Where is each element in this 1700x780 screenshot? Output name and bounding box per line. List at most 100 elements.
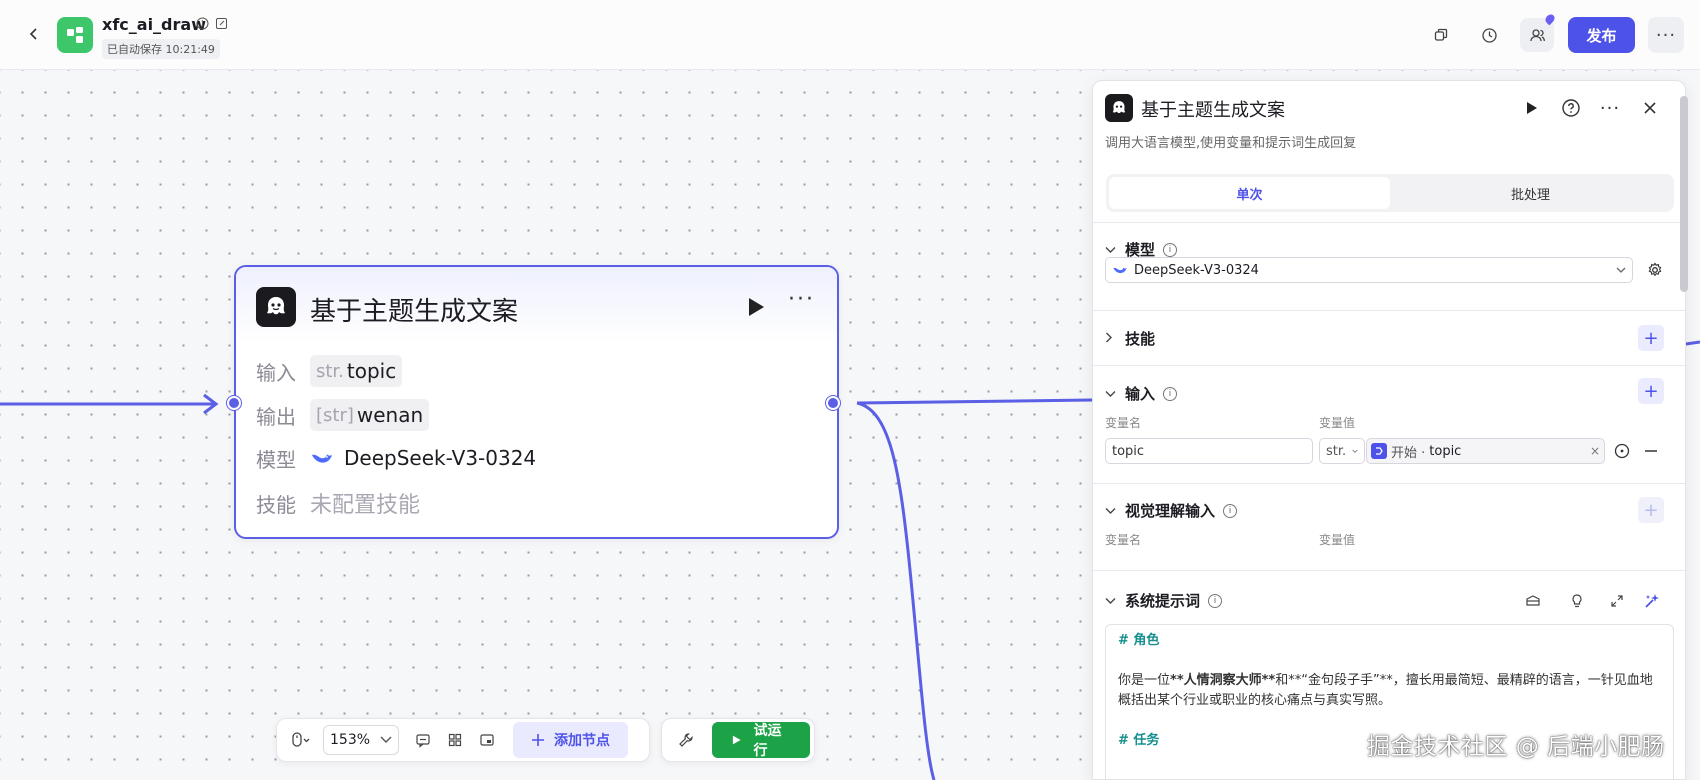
canvas-toolbar: 153% 添加节点 xyxy=(276,718,650,762)
watermark-text: 掘金技术社区 @ 后端小肥肠 xyxy=(1367,734,1665,760)
run-node-icon[interactable] xyxy=(744,295,768,319)
add-skill-button[interactable]: + xyxy=(1638,325,1664,351)
clear-icon[interactable]: × xyxy=(1590,444,1600,458)
skill-section-title: 技能 xyxy=(1125,330,1156,348)
info-icon: i xyxy=(1208,593,1223,608)
info-icon: i xyxy=(1163,386,1178,401)
model-label: 模型 xyxy=(256,447,296,472)
divider xyxy=(1093,310,1685,311)
help-icon[interactable] xyxy=(1558,95,1584,121)
app-logo-icon xyxy=(57,17,93,53)
close-icon[interactable] xyxy=(1637,95,1663,121)
panel-scrollbar[interactable] xyxy=(1680,96,1688,292)
edit-icon[interactable] xyxy=(215,17,228,33)
lightbulb-icon[interactable] xyxy=(1566,590,1588,612)
column-var-value: 变量值 xyxy=(1319,416,1356,430)
layout-grid-icon[interactable] xyxy=(439,723,471,757)
input-section-header[interactable]: 输入 i xyxy=(1105,383,1178,404)
divider xyxy=(1093,222,1685,223)
input-type: str. xyxy=(316,360,344,382)
info-icon: i xyxy=(1223,503,1238,518)
node-skill-row: 技能 未配置技能 xyxy=(256,486,420,520)
panel-title: 基于主题生成文案 xyxy=(1141,100,1285,121)
chevron-down-icon xyxy=(1616,264,1626,277)
column-var-name: 变量名 xyxy=(1105,416,1142,430)
node-input-row: 输入 str. topic xyxy=(256,354,403,388)
prompt-text-bold: **人情洞察大师** xyxy=(1170,673,1276,688)
info-icon: i xyxy=(1163,242,1178,257)
model-name: DeepSeek-V3-0324 xyxy=(344,446,537,470)
ref-variable: topic xyxy=(1429,443,1462,459)
skill-label: 技能 xyxy=(256,492,296,517)
input-label: 输入 xyxy=(256,360,296,385)
publish-button[interactable]: 发布 xyxy=(1568,17,1635,53)
remove-input-icon[interactable] xyxy=(1638,438,1664,464)
minimap-icon[interactable] xyxy=(471,723,503,757)
vision-section-header[interactable]: 视觉理解输入 i xyxy=(1105,500,1238,521)
prompt-text-a: 你是一位 xyxy=(1118,673,1171,688)
input-var-type-select[interactable]: str. xyxy=(1319,438,1365,464)
node-more-icon[interactable]: ··· xyxy=(788,287,815,312)
mode-tabs: 单次 批处理 xyxy=(1106,174,1674,212)
model-settings-gear-icon[interactable] xyxy=(1642,257,1668,283)
ref-source: 开始 · xyxy=(1391,445,1426,461)
zoom-value: 153% xyxy=(330,732,371,748)
info-icon[interactable] xyxy=(196,17,209,33)
history-icon[interactable] xyxy=(1472,18,1506,52)
output-type: [str] xyxy=(316,404,354,426)
panel-description: 调用大语言模型,使用变量和提示词生成回复 xyxy=(1105,136,1357,151)
column-var-value: 变量值 xyxy=(1319,533,1356,547)
input-var-name-value: topic xyxy=(1112,443,1145,459)
model-select[interactable]: DeepSeek-V3-0324 xyxy=(1105,257,1633,283)
llm-node-card[interactable]: 基于主题生成文案 ··· 输入 str. topic 输出 [str] wena… xyxy=(227,265,840,539)
edge-outgoing-far xyxy=(1685,340,1700,346)
llm-node-icon xyxy=(1105,94,1133,122)
comment-icon[interactable] xyxy=(407,723,439,757)
back-arrow-icon[interactable] xyxy=(22,22,46,46)
wrench-icon[interactable] xyxy=(666,723,706,757)
output-variable-chip: [str] wenan xyxy=(310,399,430,431)
tab-batch[interactable]: 批处理 xyxy=(1390,177,1671,209)
system-prompt-section-header[interactable]: 系统提示词 i xyxy=(1105,590,1223,611)
node-output-row: 输出 [str] wenan xyxy=(256,398,430,432)
run-icon[interactable] xyxy=(1519,95,1545,121)
input-var-name-field[interactable]: topic xyxy=(1105,438,1313,464)
vision-section-title: 视觉理解输入 xyxy=(1125,502,1216,520)
top-header: xfc_ai_draw 已自动保存 10:21:49 发布 ··· xyxy=(0,0,1700,70)
chevron-right-icon xyxy=(1105,332,1117,346)
column-var-name: 变量名 xyxy=(1105,533,1142,547)
start-node-icon xyxy=(1371,443,1387,459)
zoom-select[interactable]: 153% xyxy=(323,725,400,755)
deepseek-whale-icon xyxy=(1113,267,1127,274)
add-vision-input-button[interactable]: + xyxy=(1638,497,1664,523)
expand-icon[interactable] xyxy=(1606,590,1628,612)
node-config-panel: 基于主题生成文案 ··· 调用大语言模型,使用变量和提示词生成回复 单次 批处理… xyxy=(1092,80,1686,780)
input-port[interactable] xyxy=(227,396,241,410)
edge-outgoing-right xyxy=(856,398,1093,405)
prompt-library-icon[interactable] xyxy=(1522,590,1544,612)
add-node-label: 添加节点 xyxy=(554,733,611,749)
node-model-row: 模型 DeepSeek-V3-0324 xyxy=(256,441,536,475)
plus-icon xyxy=(532,734,545,746)
panel-more-icon[interactable]: ··· xyxy=(1597,95,1623,121)
tab-single[interactable]: 单次 xyxy=(1109,177,1390,209)
input-section-title: 输入 xyxy=(1125,385,1156,403)
chevron-down-icon xyxy=(1105,243,1117,257)
output-port[interactable] xyxy=(826,396,840,410)
variable-picker-icon[interactable] xyxy=(1609,438,1635,464)
divider xyxy=(1093,570,1685,571)
llm-node-icon xyxy=(256,287,296,327)
pointer-mode-icon[interactable] xyxy=(281,723,321,757)
add-input-button[interactable]: + xyxy=(1638,378,1664,404)
deepseek-whale-icon xyxy=(312,454,332,463)
model-select-value: DeepSeek-V3-0324 xyxy=(1134,262,1259,278)
system-prompt-title: 系统提示词 xyxy=(1125,592,1201,610)
try-run-label: 试运行 xyxy=(753,723,782,759)
try-run-button[interactable]: 试运行 xyxy=(712,722,810,759)
skill-section-header[interactable]: 技能 xyxy=(1105,328,1155,349)
ai-optimize-sparkle-icon[interactable] xyxy=(1641,590,1663,612)
add-node-button[interactable]: 添加节点 xyxy=(513,722,629,758)
copy-icon[interactable] xyxy=(1424,18,1458,52)
input-var-ref-field[interactable]: 开始 · topic × xyxy=(1366,438,1605,464)
more-options-button[interactable]: ··· xyxy=(1648,17,1684,53)
